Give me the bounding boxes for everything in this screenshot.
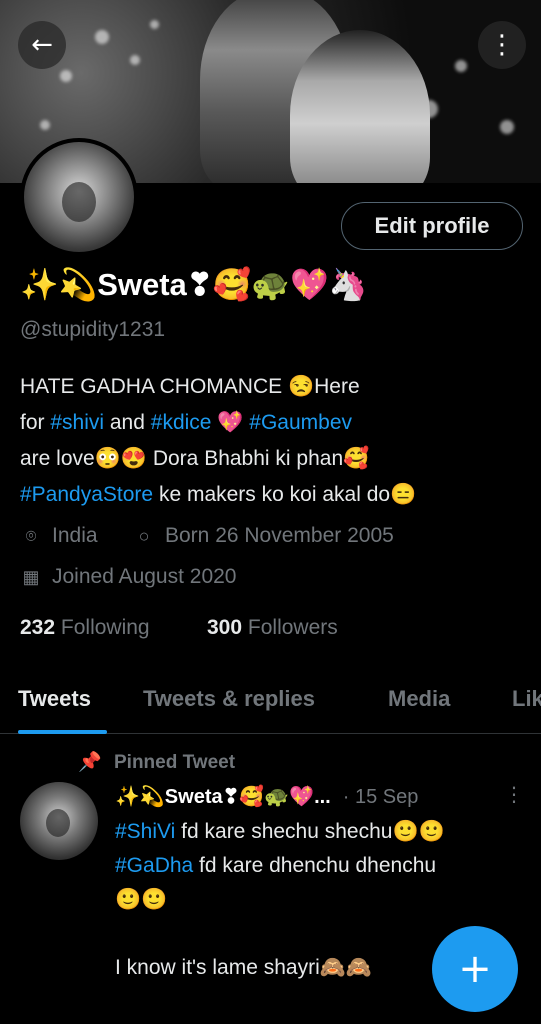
hashtag-link[interactable]: #kdice xyxy=(151,411,212,434)
joined-text: Joined August 2020 xyxy=(52,565,237,588)
edit-profile-button[interactable]: Edit profile xyxy=(341,202,523,250)
banner-bokeh xyxy=(60,70,72,82)
profile-birthdate: ○ Born 26 November 2005 xyxy=(133,524,394,548)
followers-count: 300 xyxy=(207,616,243,639)
bio-text: 💖 xyxy=(211,411,250,434)
banner-bokeh xyxy=(130,55,140,65)
hashtag-link[interactable]: #ShiVi xyxy=(115,820,175,843)
tweet-header: ✨💫Sweta❣🥰🐢💖... · 15 Sep xyxy=(115,784,418,809)
bio-line-1: HATE GADHA CHOMANCE 😒Here xyxy=(20,369,525,405)
profile-handle: @stupidity1231 xyxy=(20,318,166,341)
more-vertical-icon: ⋮ xyxy=(489,30,515,60)
bio-line-2: for #shivi and #kdice 💖 #Gaumbev xyxy=(20,405,525,441)
following-label: Following xyxy=(60,616,150,639)
bio-text: are love😳😍 Dora Bhabhi ki phan🥰 xyxy=(20,447,370,470)
birthdate-text: Born 26 November 2005 xyxy=(165,524,394,547)
banner-bokeh xyxy=(500,120,514,134)
bio-text: HATE GADHA CHOMANCE 😒Here xyxy=(20,375,360,398)
tweet-timestamp[interactable]: · 15 Sep xyxy=(343,786,419,808)
hashtag-link[interactable]: #PandyaStore xyxy=(20,483,153,506)
compose-tweet-button[interactable]: + xyxy=(432,926,518,1012)
bio-text: ke makers ko koi akal do😑 xyxy=(153,483,417,506)
banner-bokeh xyxy=(150,20,159,29)
location-text: India xyxy=(52,524,98,547)
more-options-button[interactable]: ⋮ xyxy=(478,21,526,69)
back-button[interactable]: ← xyxy=(18,21,66,69)
hashtag-link[interactable]: #Gaumbev xyxy=(249,411,352,434)
pin-icon: 📌 xyxy=(78,752,102,773)
bio-line-4: #PandyaStore ke makers ko koi akal do😑 xyxy=(20,477,525,513)
tab-likes[interactable]: Likes xyxy=(512,686,541,712)
hashtag-link[interactable]: #shivi xyxy=(50,411,104,434)
avatar-face-shape xyxy=(46,809,70,837)
tab-media[interactable]: Media xyxy=(388,686,450,712)
tweet-line-2: #GaDha fd kare dhenchu dhenchu xyxy=(115,849,525,883)
arrow-left-icon: ← xyxy=(31,30,53,60)
followers-label: Followers xyxy=(247,616,338,639)
tweet-author-name[interactable]: ✨💫Sweta❣🥰🐢💖... xyxy=(115,786,331,808)
profile-joined-date: ▦ Joined August 2020 xyxy=(20,565,237,589)
tab-tweets-and-replies[interactable]: Tweets & replies xyxy=(143,686,315,712)
followers-link[interactable]: 300 Followers xyxy=(207,616,338,640)
following-count: 232 xyxy=(20,616,56,639)
balloon-icon: ○ xyxy=(138,525,150,546)
tweet-line-1: #ShiVi fd kare shechu shechu🙂🙂 xyxy=(115,815,525,849)
profile-avatar[interactable] xyxy=(20,138,138,256)
banner-bokeh xyxy=(95,30,109,44)
bio-line-3: are love😳😍 Dora Bhabhi ki phan🥰 xyxy=(20,441,525,477)
tweet-more-icon[interactable]: ⋮ xyxy=(504,782,524,806)
hashtag-link[interactable]: #GaDha xyxy=(115,854,193,877)
location-pin-icon: ⌾ xyxy=(25,525,37,546)
banner-bokeh xyxy=(40,120,50,130)
tweet-line-3: 🙂🙂 xyxy=(115,888,168,911)
banner-photo-woman xyxy=(290,30,430,183)
avatar-face-shape xyxy=(62,182,96,222)
bio-text: and xyxy=(104,411,151,434)
profile-bio: HATE GADHA CHOMANCE 😒Here for #shivi and… xyxy=(20,369,525,513)
profile-tabs: Tweets Tweets & replies Media Likes xyxy=(0,668,541,734)
bio-text: for xyxy=(20,411,51,434)
tweet-author-avatar[interactable] xyxy=(20,782,98,860)
tweet-text: fd kare dhenchu dhenchu xyxy=(193,854,437,877)
profile-display-name: ✨💫Sweta❣🥰🐢💖🦄 xyxy=(20,267,368,302)
profile-location: ⌾ India xyxy=(20,524,98,548)
calendar-icon: ▦ xyxy=(22,566,40,587)
following-link[interactable]: 232 Following xyxy=(20,616,150,640)
tweet-text: fd kare shechu shechu🙂🙂 xyxy=(175,820,445,843)
active-tab-indicator xyxy=(18,730,107,734)
banner-bokeh xyxy=(455,60,467,72)
compose-plus-icon: + xyxy=(458,946,492,992)
pinned-tweet-label: 📌 Pinned Tweet xyxy=(78,750,235,774)
pinned-label-text: Pinned Tweet xyxy=(114,752,236,773)
tab-tweets[interactable]: Tweets xyxy=(18,686,91,712)
